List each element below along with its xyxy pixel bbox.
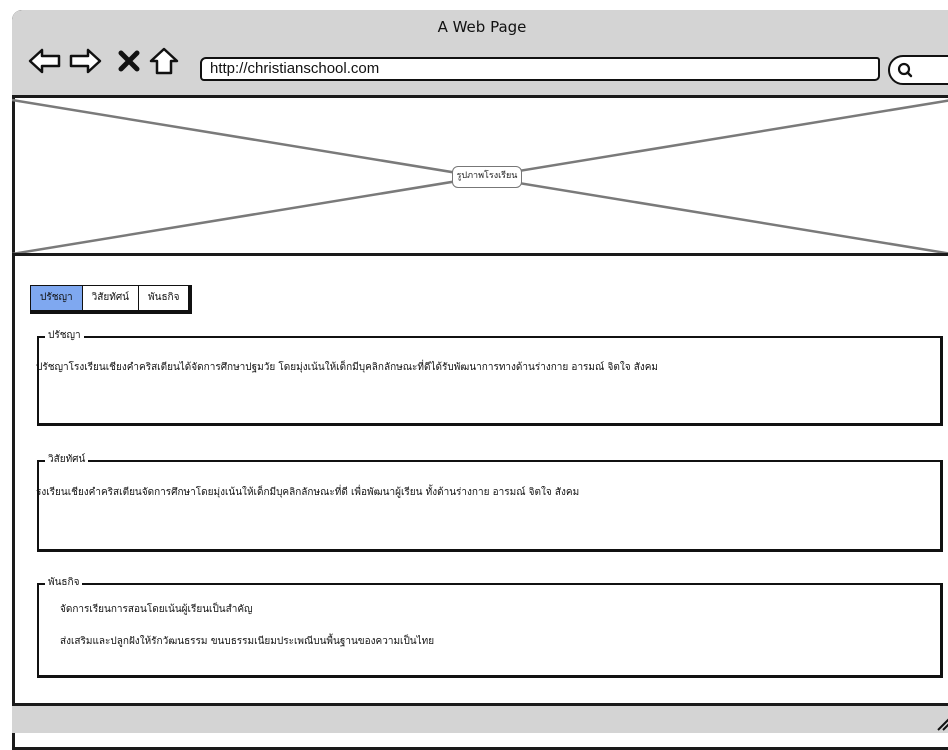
x-icon[interactable]: [118, 50, 140, 76]
vision-text: รงเรียนเชียงคำคริสเตียนจัดการศึกษาโดยมุ่…: [36, 487, 580, 498]
tab-mission[interactable]: พันธกิจ: [138, 285, 190, 311]
address-bar[interactable]: http://christianschool.com: [200, 57, 880, 81]
mission-legend: พันธกิจ: [45, 575, 83, 590]
resize-grip-icon[interactable]: [936, 714, 948, 732]
search-icon: [897, 62, 913, 78]
philosophy-text: ปรัชญาโรงเรียนเชียงคำคริสเตียนได้จัดการศ…: [36, 362, 659, 373]
home-icon[interactable]: [149, 47, 179, 79]
hero-image-label: รูปภาพโรงเรียน: [452, 166, 522, 188]
tab-philosophy[interactable]: ปรัชญา: [30, 285, 82, 311]
tab-vision[interactable]: วิสัยทัศน์: [81, 285, 139, 311]
philosophy-section: ปรัชญา: [37, 328, 943, 426]
search-box[interactable]: [888, 55, 948, 85]
mission-section: พันธกิจ: [37, 575, 943, 678]
tab-bar: ปรัชญา วิสัยทัศน์ พันธกิจ: [30, 285, 193, 314]
vision-section: วิสัยทัศน์: [37, 452, 943, 552]
mission-item: ส่งเสริมและปลูกฝังให้รักวัฒนธรรม ขนบธรรม…: [60, 636, 435, 647]
arrow-left-icon[interactable]: [28, 48, 62, 78]
arrow-right-icon[interactable]: [68, 48, 102, 78]
status-bar: [12, 703, 948, 733]
vision-legend: วิสัยทัศน์: [45, 452, 89, 467]
philosophy-legend: ปรัชญา: [45, 328, 84, 343]
browser-toolbar: A Web Page http://christianschool.com: [12, 10, 948, 98]
mission-item: จัดการเรียนการสอนโดยเน้นผู้เรียนเป็นสำคั…: [60, 604, 253, 615]
window-title: A Web Page: [437, 18, 527, 36]
